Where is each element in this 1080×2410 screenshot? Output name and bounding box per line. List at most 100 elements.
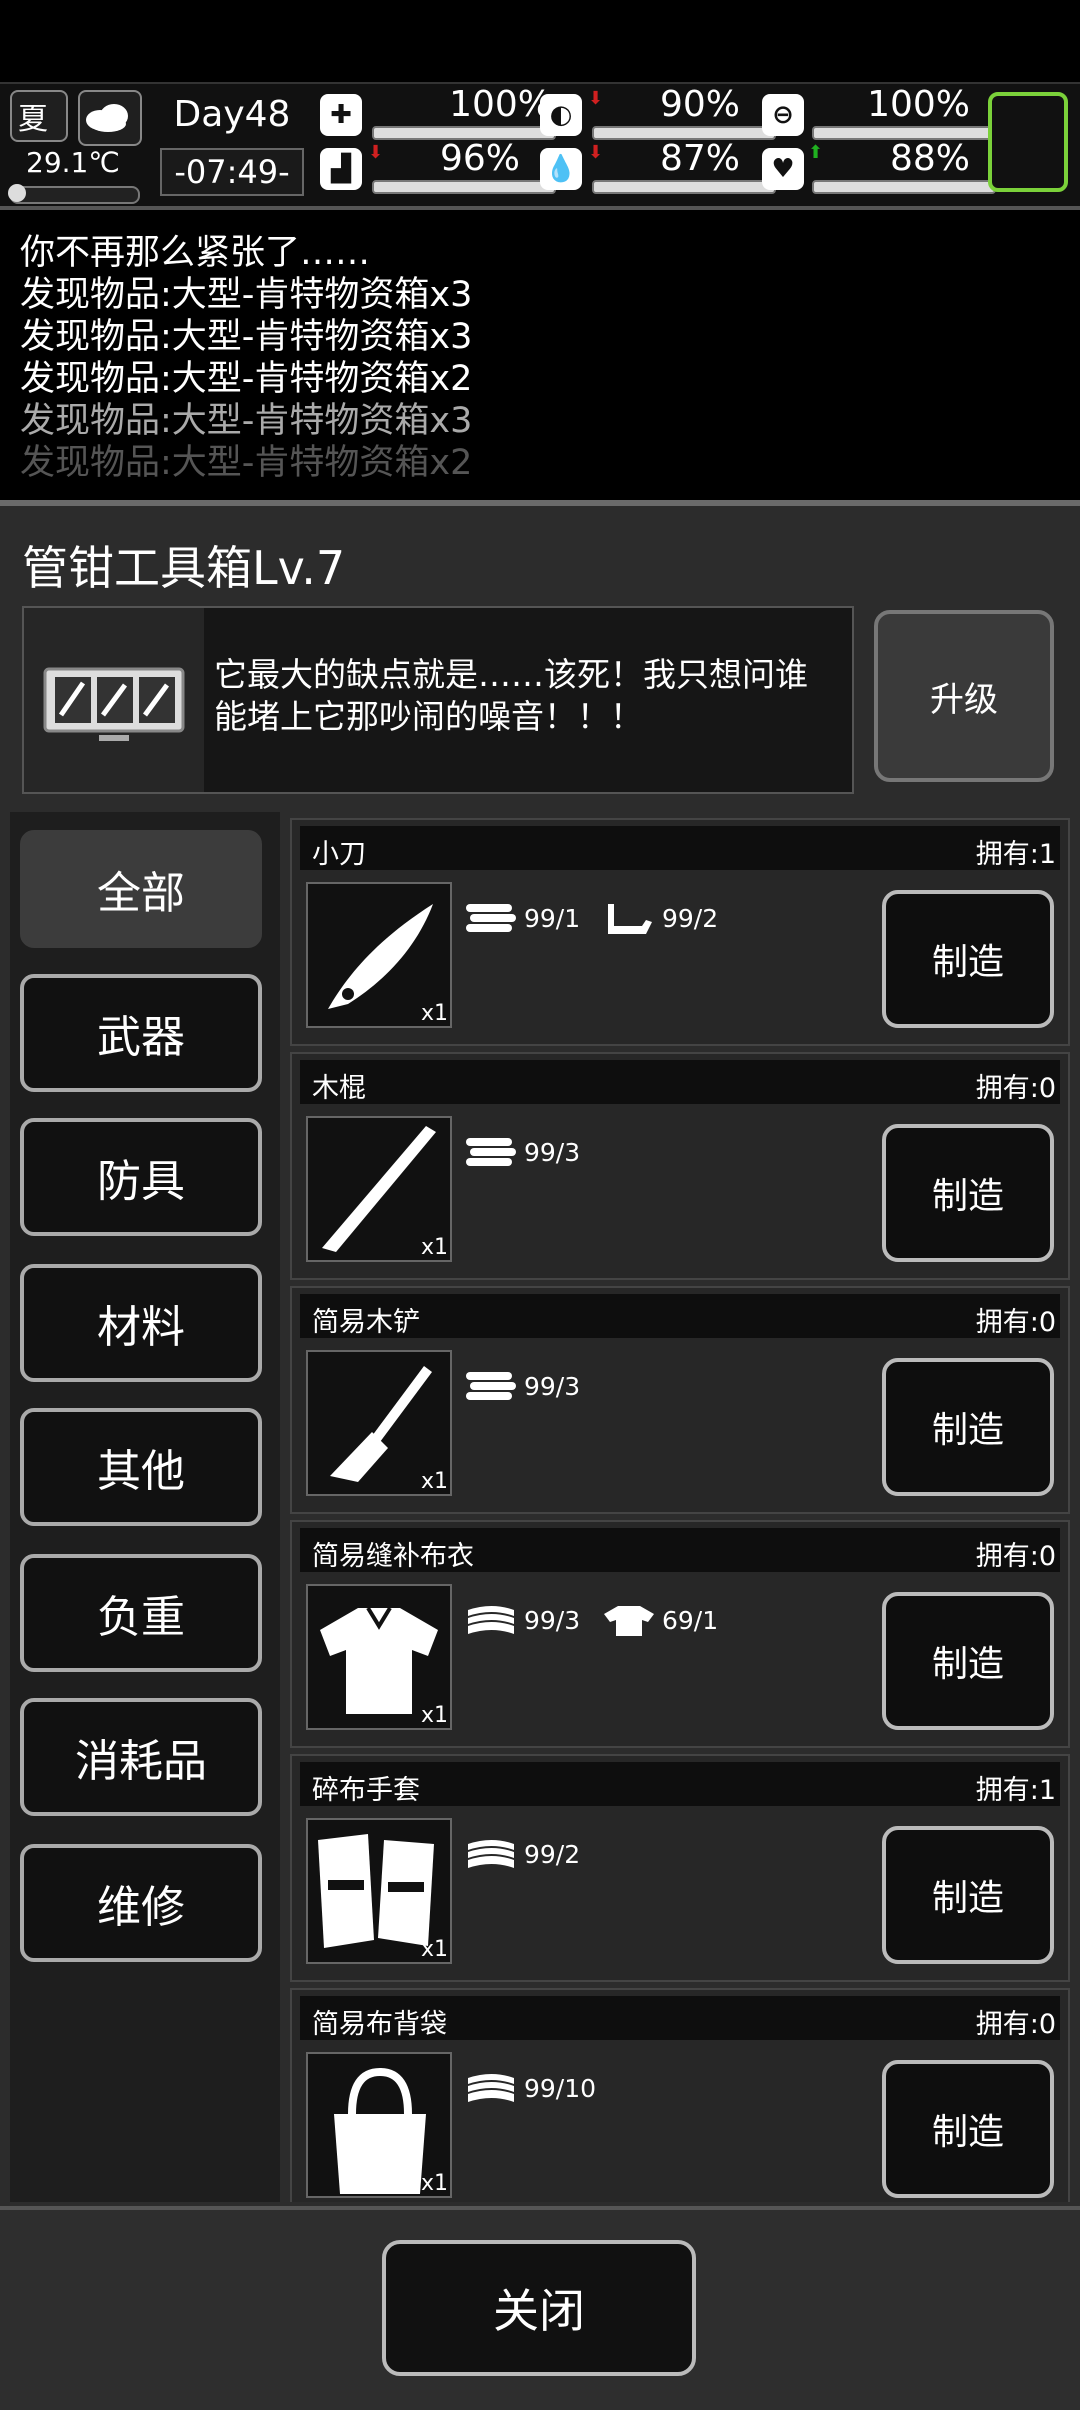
category-other[interactable]: 其他 — [20, 1408, 262, 1526]
recipe-item: 木棍 拥有:0 x1 99/3 制造 — [290, 1052, 1070, 1280]
owned-count: 拥有:0 — [975, 2009, 1056, 2040]
log-line: 发现物品:大型-肯特物资箱x3 — [20, 401, 473, 441]
mood-bar — [812, 180, 996, 194]
cloth-bag-icon: x1 — [306, 2052, 452, 2198]
stamina-bar — [372, 180, 556, 194]
event-log: 你不再那么紧张了…… 发现物品:大型-肯特物资箱x3 发现物品:大型-肯特物资箱… — [20, 232, 1060, 484]
craft-button[interactable]: 制造 — [882, 2060, 1054, 2198]
recipe-name: 木棍 — [312, 1073, 366, 1104]
season-indicator: 夏 — [10, 90, 68, 142]
recipe-header: 简易缝补布衣 拥有:0 — [300, 1528, 1060, 1572]
output-quantity: x1 — [420, 2171, 448, 2196]
output-quantity: x1 — [420, 1469, 448, 1494]
recipe-item: 小刀 拥有:1 x1 99/1 99/2 制造 — [290, 818, 1070, 1046]
crafting-panel: 管钳工具箱Lv.7 它最大的缺点就是……该死！我只想问谁能堵上它那吵闹的噪音！！… — [0, 500, 1080, 2410]
material-requirement: 99/2 — [464, 1836, 580, 1872]
material-requirement: 99/2 — [602, 900, 718, 936]
material-requirement: 99/3 — [464, 1368, 580, 1404]
recipe-name: 碎布手套 — [312, 1775, 420, 1806]
toolbox-description: 它最大的缺点就是……该死！我只想问谁能堵上它那吵闹的噪音！！！ — [22, 606, 854, 794]
health-percent: 100% — [449, 84, 552, 125]
stick-icon: x1 — [306, 1116, 452, 1262]
day-label: Day48 — [173, 94, 291, 135]
output-quantity: x1 — [420, 1235, 448, 1260]
owned-count: 拥有:0 — [975, 1307, 1056, 1338]
rag-shirt-icon — [604, 1606, 654, 1636]
recipe-header: 小刀 拥有:1 — [300, 826, 1060, 870]
material-count: 99/2 — [662, 903, 719, 933]
category-repair[interactable]: 维修 — [20, 1844, 262, 1962]
recipe-list[interactable]: 小刀 拥有:1 x1 99/1 99/2 制造 木棍 拥有:0 x1 99/3 … — [290, 812, 1070, 2202]
log-line: 发现物品:大型-肯特物资箱x3 — [20, 275, 473, 315]
craft-button[interactable]: 制造 — [882, 1124, 1054, 1262]
toolbox-icon — [24, 608, 204, 792]
material-requirement: 99/3 — [464, 1134, 580, 1170]
material-requirement: 99/10 — [464, 2070, 596, 2106]
menu-slot-button[interactable] — [988, 92, 1068, 192]
shirt-icon: x1 — [306, 1584, 452, 1730]
material-requirement: 99/3 — [464, 1602, 580, 1638]
output-quantity: x1 — [420, 1937, 448, 1962]
craft-button[interactable]: 制造 — [882, 1826, 1054, 1964]
material-count: 99/1 — [524, 903, 581, 933]
recipe-item: 简易木铲 拥有:0 x1 99/3 制造 — [290, 1286, 1070, 1514]
recipe-header: 简易布背袋 拥有:0 — [300, 1996, 1060, 2040]
material-count: 99/2 — [524, 1839, 581, 1869]
recipe-name: 简易布背袋 — [312, 2009, 447, 2040]
output-quantity: x1 — [420, 1703, 448, 1728]
material-count: 99/3 — [524, 1371, 581, 1401]
material-count: 99/10 — [524, 2073, 597, 2103]
recipe-name: 小刀 — [312, 839, 366, 870]
cloth-icon — [468, 1606, 514, 1634]
pipe-icon — [608, 904, 652, 934]
category-consumables[interactable]: 消耗品 — [20, 1698, 262, 1816]
mood-percent: 88% — [889, 138, 970, 179]
material-count: 69/1 — [662, 1605, 719, 1635]
close-button[interactable]: 关闭 — [382, 2240, 696, 2376]
output-quantity: x1 — [420, 1001, 448, 1026]
recipe-item: 碎布手套 拥有:1 x1 99/2 制造 — [290, 1754, 1070, 1982]
recipe-item: 简易布背袋 拥有:0 x1 99/10 制造 — [290, 1988, 1070, 2202]
craft-button[interactable]: 制造 — [882, 1358, 1054, 1496]
craft-button[interactable]: 制造 — [882, 1592, 1054, 1730]
owned-count: 拥有:1 — [975, 1775, 1056, 1806]
hunger-percent: 90% — [659, 84, 740, 125]
category-carry[interactable]: 负重 — [20, 1554, 262, 1672]
category-weapons[interactable]: 武器 — [20, 974, 262, 1092]
season-label: 夏 — [18, 102, 48, 137]
craft-button[interactable]: 制造 — [882, 890, 1054, 1028]
knife-icon: x1 — [306, 882, 452, 1028]
category-materials[interactable]: 材料 — [20, 1264, 262, 1382]
medkit-icon: ✚ — [320, 94, 362, 136]
recipe-name: 简易木铲 — [312, 1307, 420, 1338]
category-sidebar: 全部 武器 防具 材料 其他 负重 消耗品 维修 — [10, 812, 280, 2202]
thirst-percent: 87% — [659, 138, 740, 179]
bottom-bar: 关闭 — [0, 2206, 1080, 2410]
log-line: 发现物品:大型-肯特物资箱x2 — [20, 359, 473, 399]
gloves-icon: x1 — [306, 1818, 452, 1964]
material-count: 99/3 — [524, 1605, 581, 1635]
log-line: 发现物品:大型-肯特物资箱x3 — [20, 317, 473, 357]
time-label: -07:49- — [160, 148, 304, 196]
sanity-percent: 100% — [867, 84, 970, 125]
cloth-icon — [468, 2074, 514, 2102]
status-bar: 夏 29.1℃ Day48 -07:49- ✚ 100% ◐ ⬇ 90% ⊖ 1… — [0, 82, 1080, 210]
upgrade-button[interactable]: 升级 — [874, 610, 1054, 782]
description-text: 它最大的缺点就是……该死！我只想问谁能堵上它那吵闹的噪音！！！ — [214, 655, 808, 736]
wood-logs-icon — [466, 1138, 516, 1166]
thirst-bar — [592, 180, 776, 194]
category-armor[interactable]: 防具 — [20, 1118, 262, 1236]
recipe-header: 简易木铲 拥有:0 — [300, 1294, 1060, 1338]
temperature-knob — [8, 184, 26, 202]
recipe-header: 碎布手套 拥有:1 — [300, 1762, 1060, 1806]
log-line: 你不再那么紧张了…… — [20, 233, 371, 273]
cloth-icon — [468, 1840, 514, 1868]
temperature-label: 29.1℃ — [26, 146, 120, 179]
owned-count: 拥有:0 — [975, 1073, 1056, 1104]
stamina-percent: 96% — [439, 138, 520, 179]
recipe-item: 简易缝补布衣 拥有:0 x1 99/3 69/1 制造 — [290, 1520, 1070, 1748]
owned-count: 拥有:0 — [975, 1541, 1056, 1572]
material-requirement: 99/1 — [464, 900, 580, 936]
recipe-header: 木棍 拥有:0 — [300, 1060, 1060, 1104]
category-all[interactable]: 全部 — [20, 830, 262, 948]
